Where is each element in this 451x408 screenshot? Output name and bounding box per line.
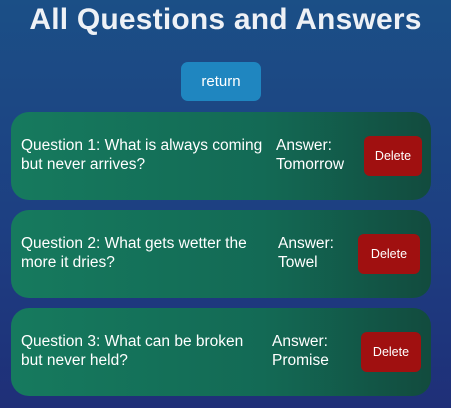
question-line: more it dries?: [21, 254, 115, 271]
answer-value: Tomorrow: [276, 156, 345, 173]
answer-label: Answer:: [276, 137, 332, 154]
answer-label: Answer:: [272, 333, 328, 350]
delete-button[interactable]: Delete: [358, 234, 420, 274]
answer-text: Answer: Promise: [272, 332, 329, 370]
question-line: but never arrives?: [21, 156, 146, 173]
question-line: Question 3: What can be broken: [21, 333, 244, 350]
qa-card: Question 2: What gets wetter the more it…: [11, 210, 431, 298]
answer-value: Towel: [278, 254, 318, 271]
return-button[interactable]: return: [181, 62, 261, 101]
page-title: All Questions and Answers: [29, 3, 422, 36]
qa-card: Question 1: What is always coming but ne…: [11, 112, 431, 200]
delete-button[interactable]: Delete: [364, 136, 422, 176]
question-line: Question 1: What is always coming: [21, 137, 263, 154]
question-text: Question 2: What gets wetter the more it…: [21, 234, 247, 272]
question-line: but never held?: [21, 352, 128, 369]
answer-label: Answer:: [278, 235, 334, 252]
delete-button[interactable]: Delete: [361, 332, 421, 372]
question-text: Question 3: What can be broken but never…: [21, 332, 243, 370]
answer-text: Answer: Tomorrow: [276, 136, 344, 174]
answer-text: Answer: Towel: [278, 234, 334, 272]
qa-card: Question 3: What can be broken but never…: [11, 308, 431, 396]
question-line: Question 2: What gets wetter the: [21, 235, 247, 252]
question-text: Question 1: What is always coming but ne…: [21, 136, 262, 174]
answer-value: Promise: [272, 352, 329, 369]
